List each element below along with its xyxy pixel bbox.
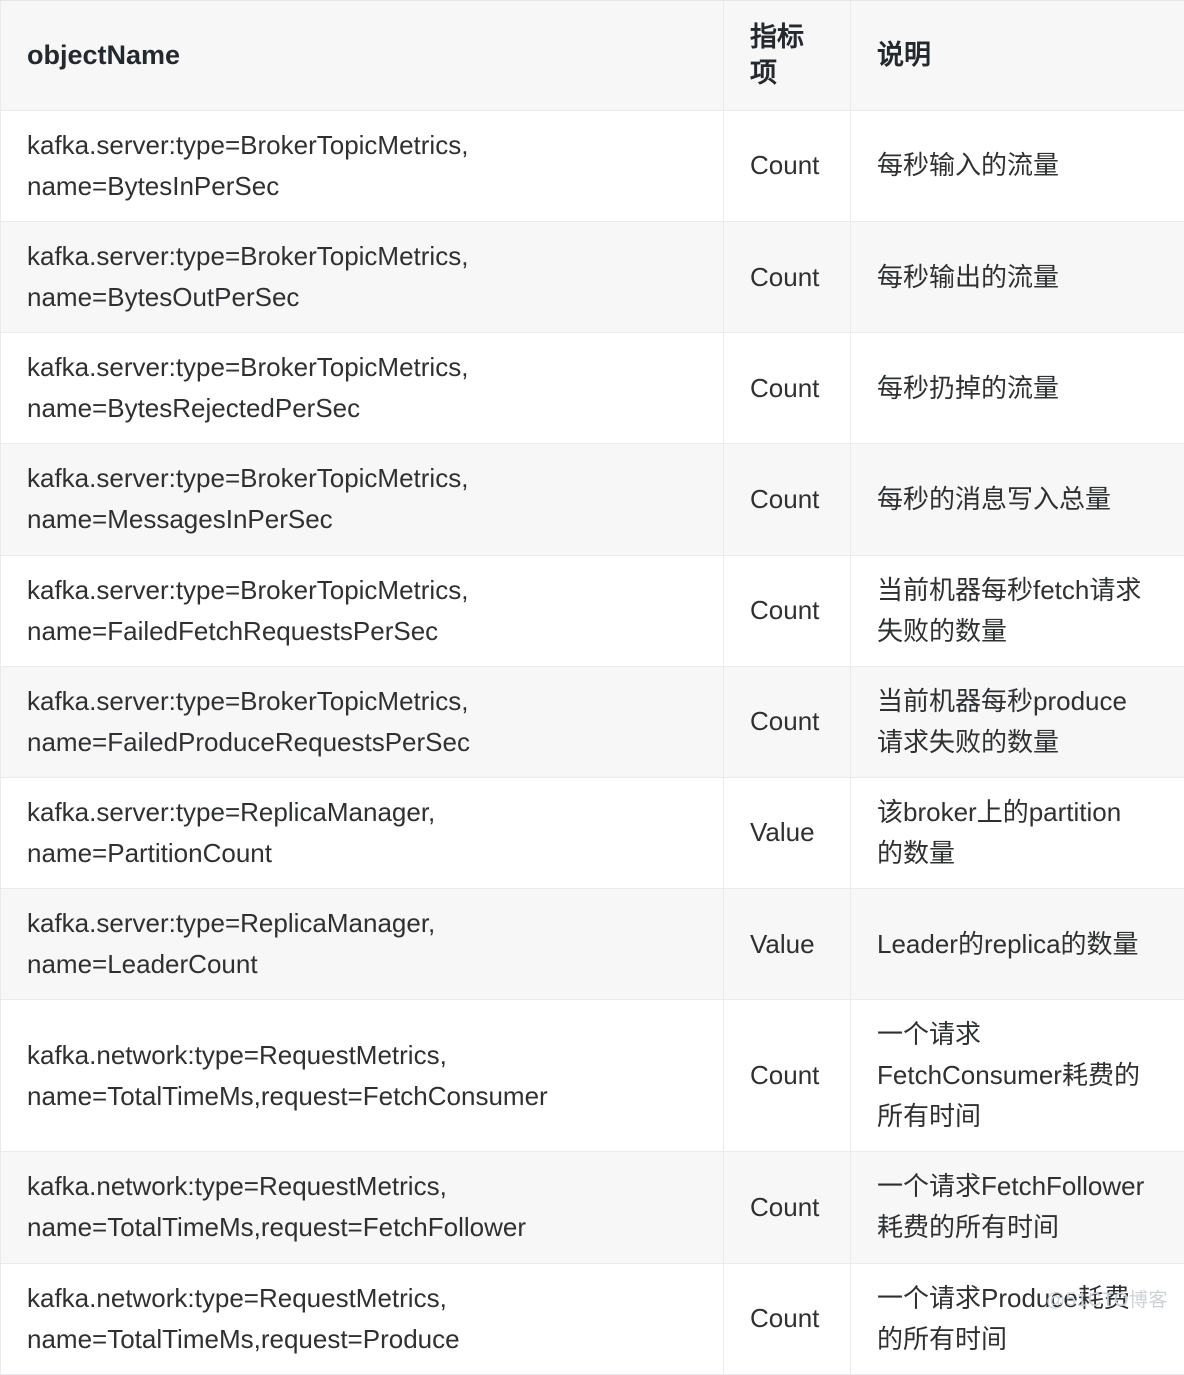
cell-description: 每秒扔掉的流量 [851,333,1184,444]
cell-description: 当前机器每秒fetch请求 失败的数量 [851,555,1184,666]
cell-object-name: kafka.server:type=BrokerTopicMetrics, na… [1,555,724,666]
table-header-row: objectName 指标项 说明 [1,1,1184,111]
table-row: kafka.server:type=ReplicaManager, name=P… [1,777,1184,888]
cell-metric: Value [724,777,851,888]
cell-description: Leader的replica的数量 [851,888,1184,999]
table-row: kafka.network:type=RequestMetrics, name=… [1,1000,1184,1152]
cell-object-name: kafka.network:type=RequestMetrics, name=… [1,1263,724,1374]
cell-object-name: kafka.network:type=RequestMetrics, name=… [1,1152,724,1263]
cell-object-name: kafka.server:type=BrokerTopicMetrics, na… [1,444,724,555]
table-body: kafka.server:type=BrokerTopicMetrics, na… [1,110,1184,1374]
cell-metric: Count [724,444,851,555]
cell-metric: Count [724,222,851,333]
table-row: kafka.server:type=BrokerTopicMetrics, na… [1,444,1184,555]
column-header-object-name: objectName [1,1,724,111]
metrics-table-container: objectName 指标项 说明 kafka.server:type=Brok… [0,0,1184,1320]
table-row: kafka.server:type=BrokerTopicMetrics, na… [1,555,1184,666]
cell-metric: Count [724,555,851,666]
kafka-metrics-table: objectName 指标项 说明 kafka.server:type=Brok… [0,0,1184,1375]
cell-description: 每秒输入的流量 [851,110,1184,221]
table-row: kafka.server:type=BrokerTopicMetrics, na… [1,222,1184,333]
cell-description: 每秒输出的流量 [851,222,1184,333]
cell-description: 一个请求FetchFollower 耗费的所有时间 [851,1152,1184,1263]
cell-description: 当前机器每秒produce 请求失败的数量 [851,666,1184,777]
table-row: kafka.server:type=BrokerTopicMetrics, na… [1,110,1184,221]
cell-metric: Value [724,888,851,999]
cell-description: 一个请求Produce耗费 的所有时间 [851,1263,1184,1374]
table-row: kafka.network:type=RequestMetrics, name=… [1,1152,1184,1263]
cell-object-name: kafka.server:type=BrokerTopicMetrics, na… [1,110,724,221]
cell-metric: Count [724,333,851,444]
cell-object-name: kafka.server:type=ReplicaManager, name=L… [1,888,724,999]
cell-object-name: kafka.server:type=BrokerTopicMetrics, na… [1,222,724,333]
cell-metric: Count [724,1000,851,1152]
cell-object-name: kafka.server:type=ReplicaManager, name=P… [1,777,724,888]
cell-object-name: kafka.server:type=BrokerTopicMetrics, na… [1,333,724,444]
cell-metric: Count [724,1263,851,1374]
cell-metric: Count [724,1152,851,1263]
cell-object-name: kafka.network:type=RequestMetrics, name=… [1,1000,724,1152]
cell-object-name: kafka.server:type=BrokerTopicMetrics, na… [1,666,724,777]
cell-metric: Count [724,666,851,777]
column-header-metric: 指标项 [724,1,851,111]
cell-description: 每秒的消息写入总量 [851,444,1184,555]
cell-metric: Count [724,110,851,221]
column-header-description: 说明 [851,1,1184,111]
cell-description: 一个请求 FetchConsumer耗费的 所有时间 [851,1000,1184,1152]
cell-description: 该broker上的partition 的数量 [851,777,1184,888]
table-row: kafka.server:type=BrokerTopicMetrics, na… [1,333,1184,444]
table-row: kafka.server:type=ReplicaManager, name=L… [1,888,1184,999]
table-row: kafka.network:type=RequestMetrics, name=… [1,1263,1184,1374]
table-header: objectName 指标项 说明 [1,1,1184,111]
table-row: kafka.server:type=BrokerTopicMetrics, na… [1,666,1184,777]
